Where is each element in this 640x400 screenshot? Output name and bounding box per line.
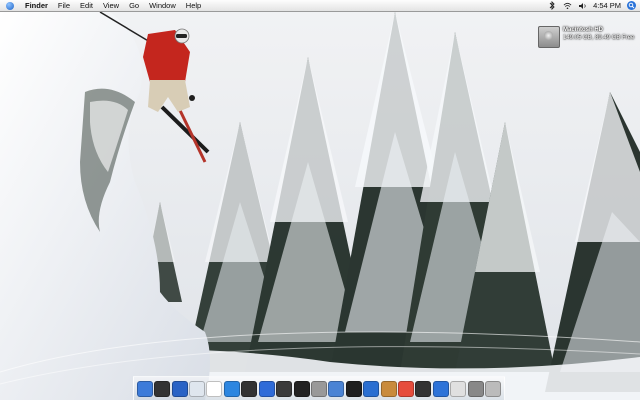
menu-clock[interactable]: 4:54 PM: [593, 1, 621, 10]
dock-item[interactable]: [310, 380, 327, 397]
dock-item[interactable]: [415, 380, 432, 397]
dock-item[interactable]: [398, 380, 415, 397]
trash-icon[interactable]: [485, 380, 502, 397]
system-preferences-icon[interactable]: [363, 380, 380, 397]
dock-item[interactable]: [467, 380, 484, 397]
dock: [133, 376, 505, 400]
menu-go[interactable]: Go: [124, 0, 144, 11]
menu-bar: Finder File Edit View Go Window Help 4:5…: [0, 0, 640, 12]
menu-help[interactable]: Help: [181, 0, 206, 11]
hard-drive-icon[interactable]: [538, 26, 560, 48]
dock-item[interactable]: [363, 380, 380, 397]
preview-icon[interactable]: [310, 380, 327, 397]
xcode-icon[interactable]: [328, 380, 345, 397]
menu-edit[interactable]: Edit: [75, 0, 98, 11]
safari-icon[interactable]: [188, 380, 205, 397]
app-icon[interactable]: [415, 380, 432, 397]
documents-icon[interactable]: [467, 380, 484, 397]
dvd-player-icon[interactable]: [293, 380, 310, 397]
dock-item[interactable]: [293, 380, 310, 397]
wallpaper-skier-image: [0, 12, 640, 400]
quicktime-icon[interactable]: [241, 380, 258, 397]
spotlight-icon[interactable]: [627, 1, 636, 10]
macintosh-hd[interactable]: Macintosh HD 149.05 GB, 89.49 GB Free: [538, 26, 634, 48]
dock-item[interactable]: [276, 380, 293, 397]
iphoto-icon[interactable]: [276, 380, 293, 397]
dock-item[interactable]: [380, 380, 397, 397]
dock-item[interactable]: [136, 380, 153, 397]
itunes-icon[interactable]: [258, 380, 275, 397]
ichat-icon[interactable]: [223, 380, 240, 397]
finder-icon[interactable]: [136, 380, 153, 397]
dock-item[interactable]: [450, 380, 467, 397]
dock-item[interactable]: [188, 380, 205, 397]
dock-item[interactable]: [328, 380, 345, 397]
dock-item[interactable]: [258, 380, 275, 397]
menu-file[interactable]: File: [53, 0, 75, 11]
folder-icon[interactable]: [450, 380, 467, 397]
menu-view[interactable]: View: [98, 0, 124, 11]
mail-icon[interactable]: [171, 380, 188, 397]
hard-drive-info: 149.05 GB, 89.49 GB Free: [563, 35, 635, 41]
dock-item[interactable]: [485, 380, 502, 397]
dock-item[interactable]: [241, 380, 258, 397]
ical-icon[interactable]: [206, 380, 223, 397]
hard-drive-name: Macintosh HD: [563, 27, 604, 33]
volume-icon[interactable]: [578, 1, 587, 10]
address-book-icon[interactable]: [380, 380, 397, 397]
calendar-icon[interactable]: [398, 380, 415, 397]
dashboard-icon[interactable]: [154, 380, 171, 397]
menu-finder[interactable]: Finder: [20, 0, 53, 11]
dock-item[interactable]: [223, 380, 240, 397]
dock-item[interactable]: [171, 380, 188, 397]
bluetooth-icon[interactable]: [548, 1, 557, 10]
desktop-wallpaper: Macintosh HD 149.05 GB, 89.49 GB Free: [0, 12, 640, 400]
menu-window[interactable]: Window: [144, 0, 181, 11]
wifi-icon[interactable]: [563, 1, 572, 10]
dock-item[interactable]: [432, 380, 449, 397]
terminal-icon[interactable]: [345, 380, 362, 397]
apple-logo-icon[interactable]: [6, 1, 14, 10]
dock-item[interactable]: [154, 380, 171, 397]
dock-item[interactable]: [345, 380, 362, 397]
dock-item[interactable]: [206, 380, 223, 397]
network-icon[interactable]: [432, 380, 449, 397]
